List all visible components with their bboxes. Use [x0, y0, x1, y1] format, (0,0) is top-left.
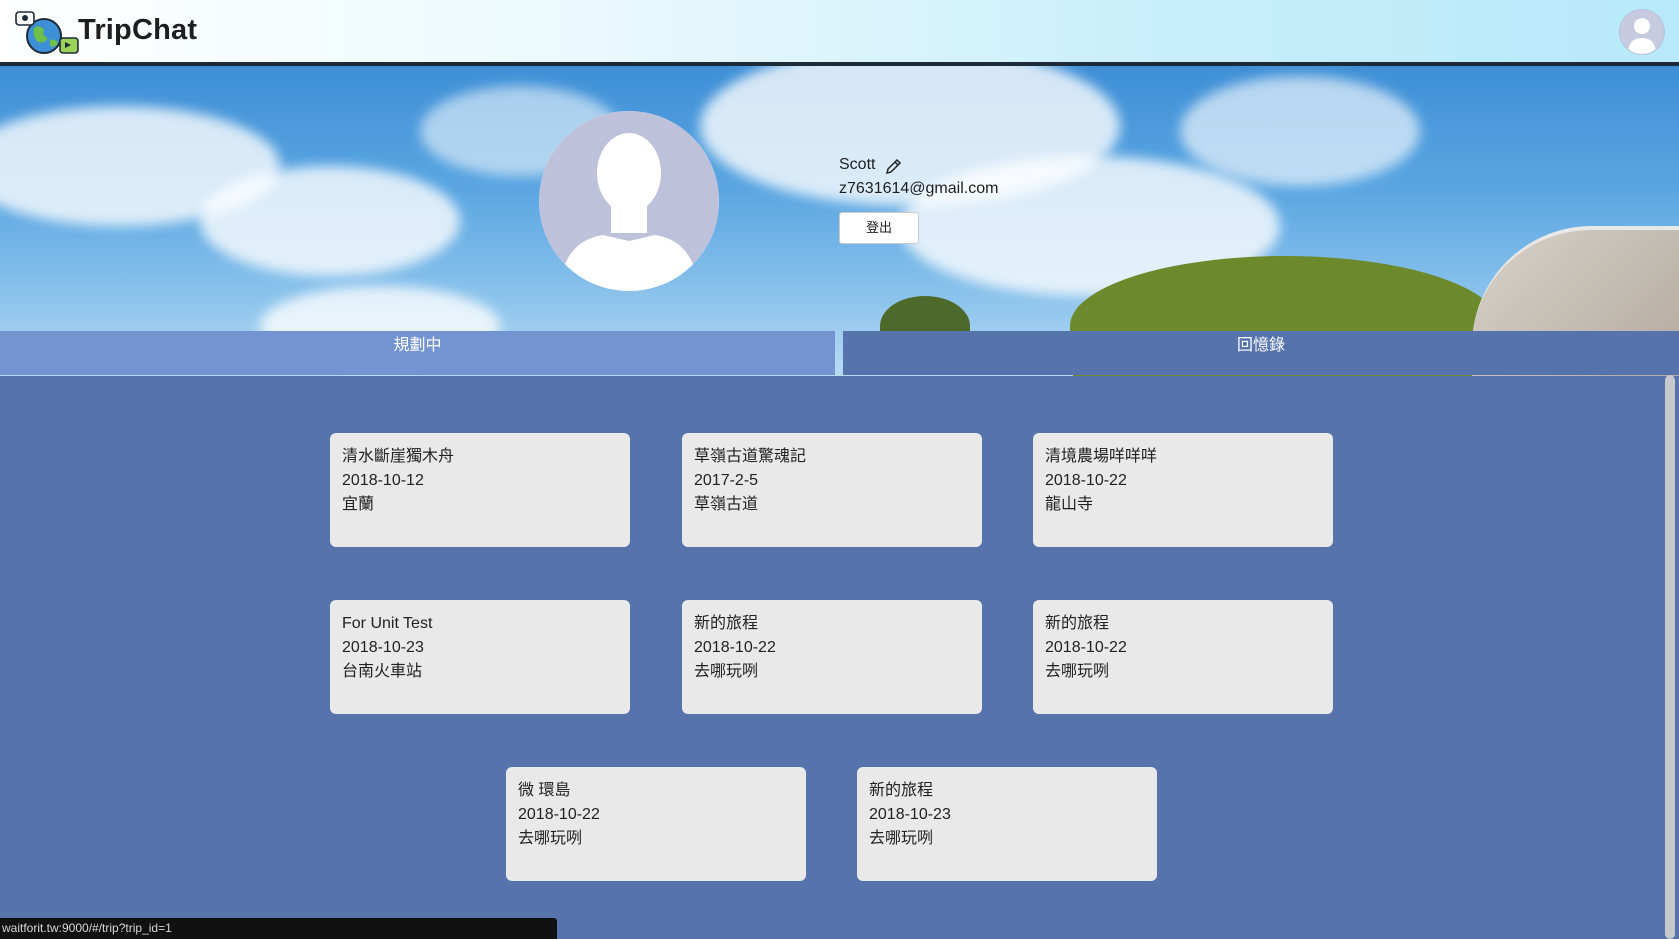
user-email: z7631614@gmail.com — [839, 180, 999, 197]
trip-date: 2018-10-12 — [342, 472, 424, 489]
trip-title: 新的旅程 — [869, 782, 934, 799]
trip-location: 宜蘭 — [342, 496, 375, 513]
browser-status-url: waitforit.tw:9000/#/trip?trip_id=1 — [0, 918, 557, 939]
trip-title: For Unit Test — [342, 615, 433, 632]
trip-date: 2018-10-22 — [518, 806, 600, 823]
trip-card[interactable]: 草嶺古道驚魂記 2017-2-5 草嶺古道 — [682, 433, 982, 547]
trip-title: 新的旅程 — [1045, 615, 1110, 632]
trip-location: 去哪玩咧 — [1045, 663, 1110, 680]
pencil-icon[interactable] — [884, 158, 902, 176]
trip-card[interactable]: 新的旅程 2018-10-22 去哪玩咧 — [682, 600, 982, 714]
trip-card[interactable]: 新的旅程 2018-10-22 去哪玩咧 — [1033, 600, 1333, 714]
default-person-silhouette-icon — [539, 111, 719, 291]
trip-date: 2018-10-23 — [342, 639, 424, 656]
trip-title: 新的旅程 — [694, 615, 759, 632]
scrollbar-thumb[interactable] — [1665, 375, 1675, 939]
trip-card[interactable]: 微 環島 2018-10-22 去哪玩咧 — [506, 767, 806, 881]
app-title[interactable]: TripChat — [78, 14, 197, 47]
logout-button[interactable]: 登出 — [839, 212, 919, 244]
top-header: TripChat — [0, 0, 1679, 66]
tab-memories[interactable]: 回憶錄 — [843, 331, 1679, 375]
vertical-scrollbar[interactable] — [1663, 375, 1677, 939]
profile-banner: Scott z7631614@gmail.com 登出 — [0, 66, 1679, 376]
trip-location: 草嶺古道 — [694, 496, 759, 513]
trip-location: 去哪玩咧 — [694, 663, 759, 680]
trip-card[interactable]: 清境農場咩咩咩 2018-10-22 龍山寺 — [1033, 433, 1333, 547]
trip-date: 2018-10-23 — [869, 806, 951, 823]
trip-title: 清水斷崖獨木舟 — [342, 448, 455, 465]
trip-date: 2018-10-22 — [1045, 639, 1127, 656]
trip-location: 台南火車站 — [342, 663, 423, 680]
trip-location: 去哪玩咧 — [518, 830, 583, 847]
user-name: Scott — [839, 156, 876, 173]
trip-location: 龍山寺 — [1045, 496, 1094, 513]
trip-card[interactable]: 清水斷崖獨木舟 2018-10-12 宜蘭 — [330, 433, 630, 547]
trip-title: 草嶺古道驚魂記 — [694, 448, 807, 465]
trip-card[interactable]: For Unit Test 2018-10-23 台南火車站 — [330, 600, 630, 714]
trip-card[interactable]: 新的旅程 2018-10-23 去哪玩咧 — [857, 767, 1157, 881]
trip-date: 2018-10-22 — [1045, 472, 1127, 489]
trip-date: 2017-2-5 — [694, 472, 759, 489]
tab-planning[interactable]: 規劃中 — [0, 331, 835, 375]
trip-location: 去哪玩咧 — [869, 830, 934, 847]
user-avatar-icon[interactable] — [1620, 10, 1664, 54]
trip-title: 微 環島 — [518, 782, 571, 799]
globe-chat-logo-icon[interactable] — [14, 10, 80, 56]
trip-date: 2018-10-22 — [694, 639, 776, 656]
trip-title: 清境農場咩咩咩 — [1045, 448, 1158, 465]
